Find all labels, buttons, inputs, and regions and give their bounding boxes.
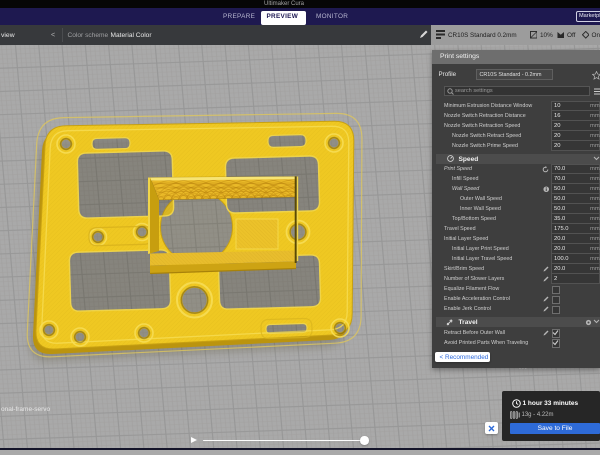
svg-text:onal-frame-servo: onal-frame-servo xyxy=(1,406,51,413)
